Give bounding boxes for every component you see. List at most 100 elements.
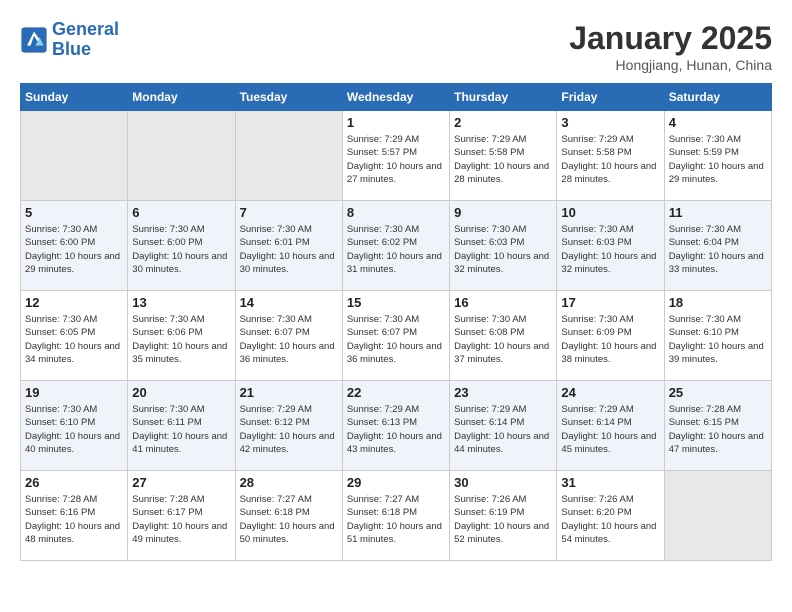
calendar-week-row: 12 Sunrise: 7:30 AM Sunset: 6:05 PM Dayli… [21, 291, 772, 381]
day-number: 31 [561, 475, 659, 490]
day-info: Sunrise: 7:30 AM Sunset: 6:02 PM Dayligh… [347, 223, 445, 276]
day-number: 10 [561, 205, 659, 220]
calendar-cell: 8 Sunrise: 7:30 AM Sunset: 6:02 PM Daylig… [342, 201, 449, 291]
calendar-cell: 19Sunrise: 7:30 AM Sunset: 6:10 PM Dayli… [21, 381, 128, 471]
day-number: 12 [25, 295, 123, 310]
day-number: 16 [454, 295, 552, 310]
calendar-cell: 31 Sunrise: 7:26 AM Sunset: 6:20 PM Dayli… [557, 471, 664, 561]
calendar-cell: 11Sunrise: 7:30 AM Sunset: 6:04 PM Dayli… [664, 201, 771, 291]
logo-line1: General [52, 19, 119, 39]
day-number: 19 [25, 385, 123, 400]
day-number: 7 [240, 205, 338, 220]
day-info: Sunrise: 7:30 AM Sunset: 6:06 PM Dayligh… [132, 313, 230, 366]
day-info: Sunrise: 7:29 AM Sunset: 5:58 PM Dayligh… [561, 133, 659, 186]
calendar-cell: 23Sunrise: 7:29 AM Sunset: 6:14 PM Dayli… [450, 381, 557, 471]
logo-line2: Blue [52, 40, 119, 60]
calendar-cell: 17 Sunrise: 7:30 AM Sunset: 6:09 PM Dayli… [557, 291, 664, 381]
day-number: 3 [561, 115, 659, 130]
day-number: 14 [240, 295, 338, 310]
day-number: 29 [347, 475, 445, 490]
day-number: 4 [669, 115, 767, 130]
calendar-cell: 9 Sunrise: 7:30 AM Sunset: 6:03 PM Daylig… [450, 201, 557, 291]
calendar-cell [21, 111, 128, 201]
day-number: 8 [347, 205, 445, 220]
day-number: 24 [561, 385, 659, 400]
page-header: General Blue January 2025 Hongjiang, Hun… [20, 20, 772, 73]
day-info: Sunrise: 7:30 AM Sunset: 6:03 PM Dayligh… [454, 223, 552, 276]
calendar-cell: 1 Sunrise: 7:29 AM Sunset: 5:57 PM Daylig… [342, 111, 449, 201]
day-number: 21 [240, 385, 338, 400]
day-info: Sunrise: 7:30 AM Sunset: 6:10 PM Dayligh… [669, 313, 767, 366]
day-info: Sunrise: 7:30 AM Sunset: 6:07 PM Dayligh… [240, 313, 338, 366]
day-info: Sunrise: 7:28 AM Sunset: 6:15 PM Dayligh… [669, 403, 767, 456]
calendar-table: SundayMondayTuesdayWednesdayThursdayFrid… [20, 83, 772, 561]
calendar-cell: 6Sunrise: 7:30 AM Sunset: 6:00 PM Daylig… [128, 201, 235, 291]
day-info: Sunrise: 7:30 AM Sunset: 6:00 PM Dayligh… [132, 223, 230, 276]
day-number: 15 [347, 295, 445, 310]
calendar-cell: 24 Sunrise: 7:29 AM Sunset: 6:14 PM Dayli… [557, 381, 664, 471]
month-title: January 2025 [569, 20, 772, 57]
day-info: Sunrise: 7:26 AM Sunset: 6:20 PM Dayligh… [561, 493, 659, 546]
day-info: Sunrise: 7:28 AM Sunset: 6:17 PM Dayligh… [132, 493, 230, 546]
day-number: 25 [669, 385, 767, 400]
calendar-header-row: SundayMondayTuesdayWednesdayThursdayFrid… [21, 84, 772, 111]
calendar-cell: 29 Sunrise: 7:27 AM Sunset: 6:18 PM Dayli… [342, 471, 449, 561]
calendar-cell: 7Sunrise: 7:30 AM Sunset: 6:01 PM Daylig… [235, 201, 342, 291]
calendar-cell: 10Sunrise: 7:30 AM Sunset: 6:03 PM Dayli… [557, 201, 664, 291]
day-info: Sunrise: 7:30 AM Sunset: 6:09 PM Dayligh… [561, 313, 659, 366]
day-info: Sunrise: 7:29 AM Sunset: 6:14 PM Dayligh… [561, 403, 659, 456]
day-info: Sunrise: 7:30 AM Sunset: 6:05 PM Dayligh… [25, 313, 123, 366]
day-number: 5 [25, 205, 123, 220]
calendar-cell [128, 111, 235, 201]
calendar-cell: 18 Sunrise: 7:30 AM Sunset: 6:10 PM Dayli… [664, 291, 771, 381]
calendar-body: 1 Sunrise: 7:29 AM Sunset: 5:57 PM Daylig… [21, 111, 772, 561]
day-number: 1 [347, 115, 445, 130]
calendar-cell: 3 Sunrise: 7:29 AM Sunset: 5:58 PM Daylig… [557, 111, 664, 201]
day-info: Sunrise: 7:29 AM Sunset: 6:12 PM Dayligh… [240, 403, 338, 456]
day-info: Sunrise: 7:30 AM Sunset: 5:59 PM Dayligh… [669, 133, 767, 186]
logo: General Blue [20, 20, 119, 60]
calendar-week-row: 26Sunrise: 7:28 AM Sunset: 6:16 PM Dayli… [21, 471, 772, 561]
day-info: Sunrise: 7:26 AM Sunset: 6:19 PM Dayligh… [454, 493, 552, 546]
calendar-cell: 20Sunrise: 7:30 AM Sunset: 6:11 PM Dayli… [128, 381, 235, 471]
day-number: 22 [347, 385, 445, 400]
day-number: 23 [454, 385, 552, 400]
calendar-cell: 2 Sunrise: 7:29 AM Sunset: 5:58 PM Daylig… [450, 111, 557, 201]
title-block: January 2025 Hongjiang, Hunan, China [569, 20, 772, 73]
day-info: Sunrise: 7:29 AM Sunset: 5:57 PM Dayligh… [347, 133, 445, 186]
calendar-cell: 30 Sunrise: 7:26 AM Sunset: 6:19 PM Dayli… [450, 471, 557, 561]
calendar-cell [664, 471, 771, 561]
day-number: 17 [561, 295, 659, 310]
weekday-header: Friday [557, 84, 664, 111]
calendar-cell: 22Sunrise: 7:29 AM Sunset: 6:13 PM Dayli… [342, 381, 449, 471]
day-info: Sunrise: 7:28 AM Sunset: 6:16 PM Dayligh… [25, 493, 123, 546]
day-number: 30 [454, 475, 552, 490]
day-number: 2 [454, 115, 552, 130]
calendar-cell: 27 Sunrise: 7:28 AM Sunset: 6:17 PM Dayli… [128, 471, 235, 561]
weekday-header: Tuesday [235, 84, 342, 111]
calendar-cell [235, 111, 342, 201]
weekday-header: Thursday [450, 84, 557, 111]
calendar-cell: 15Sunrise: 7:30 AM Sunset: 6:07 PM Dayli… [342, 291, 449, 381]
day-info: Sunrise: 7:27 AM Sunset: 6:18 PM Dayligh… [347, 493, 445, 546]
calendar-week-row: 1 Sunrise: 7:29 AM Sunset: 5:57 PM Daylig… [21, 111, 772, 201]
weekday-header: Monday [128, 84, 235, 111]
day-info: Sunrise: 7:30 AM Sunset: 6:04 PM Dayligh… [669, 223, 767, 276]
calendar-week-row: 19Sunrise: 7:30 AM Sunset: 6:10 PM Dayli… [21, 381, 772, 471]
day-number: 13 [132, 295, 230, 310]
location-subtitle: Hongjiang, Hunan, China [569, 57, 772, 73]
day-info: Sunrise: 7:29 AM Sunset: 5:58 PM Dayligh… [454, 133, 552, 186]
day-number: 18 [669, 295, 767, 310]
logo-icon [20, 26, 48, 54]
weekday-header: Saturday [664, 84, 771, 111]
calendar-cell: 4 Sunrise: 7:30 AM Sunset: 5:59 PM Daylig… [664, 111, 771, 201]
day-number: 9 [454, 205, 552, 220]
calendar-cell: 26Sunrise: 7:28 AM Sunset: 6:16 PM Dayli… [21, 471, 128, 561]
calendar-cell: 25 Sunrise: 7:28 AM Sunset: 6:15 PM Dayli… [664, 381, 771, 471]
day-info: Sunrise: 7:30 AM Sunset: 6:00 PM Dayligh… [25, 223, 123, 276]
calendar-cell: 14 Sunrise: 7:30 AM Sunset: 6:07 PM Dayli… [235, 291, 342, 381]
day-info: Sunrise: 7:30 AM Sunset: 6:11 PM Dayligh… [132, 403, 230, 456]
day-number: 27 [132, 475, 230, 490]
calendar-cell: 21 Sunrise: 7:29 AM Sunset: 6:12 PM Dayli… [235, 381, 342, 471]
calendar-cell: 13 Sunrise: 7:30 AM Sunset: 6:06 PM Dayli… [128, 291, 235, 381]
